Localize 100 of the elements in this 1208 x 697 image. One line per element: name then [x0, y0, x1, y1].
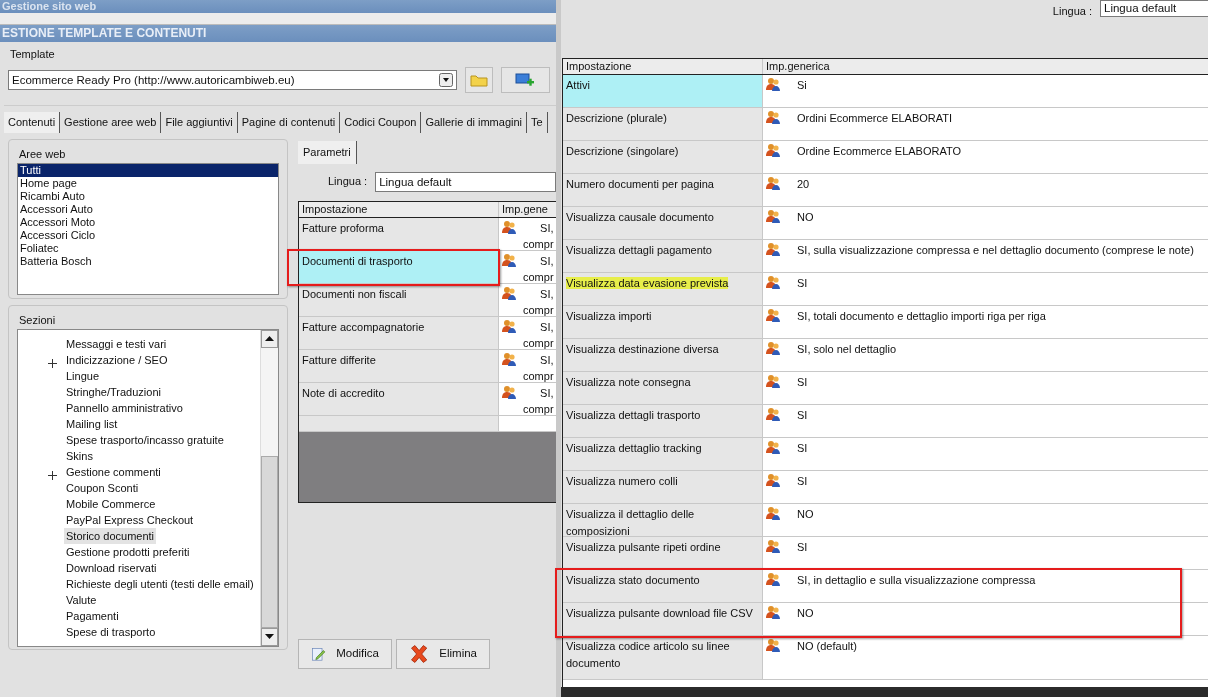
- table-cell-text: Ordini Ecommerce ELABORATI: [797, 111, 953, 126]
- group-label: Aree web: [18, 147, 67, 162]
- table-cell: Visualizza destinazione diversa: [566, 343, 719, 355]
- tree-item[interactable]: Richieste degli utenti (testi delle email): [64, 575, 256, 592]
- add-button[interactable]: [500, 66, 550, 93]
- tree-item[interactable]: Stringhe/Traduzioni: [64, 383, 163, 400]
- table-cell-text: SI, compr: [523, 286, 554, 314]
- table-cell: Visualizza importi: [566, 310, 652, 322]
- users-icon: [766, 77, 781, 91]
- column-header: Imp.gene: [501, 201, 549, 217]
- users-icon: [766, 209, 781, 223]
- tree-item[interactable]: Spese trasporto/incasso gratuite: [64, 431, 226, 448]
- tree-item[interactable]: Storico documenti: [64, 527, 157, 544]
- tree-item[interactable]: Spese di trasporto: [64, 623, 158, 640]
- users-icon: [766, 176, 781, 190]
- expand-icon[interactable]: [48, 359, 57, 369]
- table-cell-text: SI, sulla visualizzazione compressa e nel dettaglio documento (comprese le note): [797, 243, 1194, 258]
- table-cell: Descrizione (plurale): [566, 112, 667, 124]
- tab[interactable]: Parametri: [298, 141, 357, 164]
- list-item[interactable]: Batteria Bosch: [18, 254, 278, 268]
- table-cell: Numero documenti per pagina: [566, 178, 714, 190]
- language-field[interactable]: Lingua default: [1100, 0, 1208, 17]
- table-cell-text: Si: [797, 78, 807, 93]
- table-cell-text: NO: [797, 606, 814, 621]
- users-icon: [766, 341, 781, 355]
- list-item[interactable]: Tutti: [18, 163, 278, 177]
- language-field[interactable]: Lingua default: [375, 171, 556, 192]
- tree-item[interactable]: Valute: [64, 591, 99, 608]
- group-label: Sezioni: [18, 313, 57, 328]
- tree-item[interactable]: Lingue: [64, 367, 102, 384]
- tab[interactable]: File aggiuntivi: [161, 111, 238, 133]
- tree-item[interactable]: Mobile Commerce: [64, 495, 158, 512]
- table-cell-text: SI, compr: [523, 253, 554, 281]
- tree-item[interactable]: Indicizzazione / SEO: [64, 351, 170, 368]
- column-header: Imp.generica: [765, 59, 831, 74]
- template-dropdown[interactable]: Ecommerce Ready Pro (http://www.autoricambiweb.eu): [8, 69, 457, 90]
- tree-item[interactable]: PayPal Express Checkout: [64, 511, 196, 528]
- table-cell: Descrizione (singolare): [566, 145, 679, 157]
- table-cell-text: SI: [797, 276, 808, 291]
- users-icon: [766, 374, 781, 388]
- scroll-up-button[interactable]: [261, 329, 278, 348]
- list-item[interactable]: Accessori Moto: [18, 215, 278, 229]
- table-cell-text: SI, in dettaglio e sulla visualizzazione compressa: [797, 573, 1036, 588]
- tree-item[interactable]: Coupon Sconti: [64, 479, 141, 496]
- users-icon: [766, 506, 781, 520]
- tree-item[interactable]: Gestione prodotti preferiti: [64, 543, 192, 560]
- table-cell: Attivi: [566, 79, 590, 91]
- table-cell: Documenti di trasporto: [299, 250, 499, 283]
- users-icon: [766, 308, 781, 322]
- delete-button[interactable]: Elimina: [396, 638, 490, 669]
- list-item[interactable]: Accessori Auto: [18, 202, 278, 216]
- tree-item[interactable]: Mailing list: [64, 415, 120, 432]
- tab[interactable]: Te: [527, 111, 548, 133]
- table-cell-text: SI: [797, 441, 808, 456]
- arrow-up-icon: [265, 336, 274, 341]
- users-icon: [766, 572, 781, 586]
- add-screen-icon: [515, 71, 536, 88]
- tab[interactable]: Gallerie di immagini: [421, 111, 528, 133]
- table-cell-text: SI, compr: [523, 319, 554, 347]
- list-item[interactable]: Home page: [18, 176, 278, 190]
- arrow-down-icon: [265, 634, 274, 639]
- list-item[interactable]: Foliatec: [18, 241, 278, 255]
- tree-item[interactable]: Gestione commenti: [64, 463, 163, 480]
- tree-item[interactable]: Messaggi e testi vari: [64, 335, 169, 352]
- users-icon: [502, 252, 517, 267]
- tab[interactable]: Codici Coupon: [340, 111, 422, 133]
- table-cell: Visualizza stato documento: [566, 574, 700, 586]
- tree-item[interactable]: Download riservati: [64, 559, 159, 576]
- table-cell: Note di accredito: [299, 382, 499, 415]
- table-cell: Visualizza causale documento: [566, 211, 714, 223]
- tab[interactable]: Pagine di contenuti: [237, 111, 341, 133]
- table-cell-text: Ordine Ecommerce ELABORATO: [797, 144, 962, 159]
- users-icon: [766, 275, 781, 289]
- users-icon: [502, 351, 517, 366]
- tab[interactable]: Contenuti: [4, 111, 61, 133]
- users-icon: [766, 605, 781, 619]
- users-icon: [766, 539, 781, 553]
- expand-icon[interactable]: [48, 471, 57, 481]
- tab[interactable]: Gestione aree web: [60, 111, 162, 133]
- table-cell-text: NO: [797, 507, 814, 522]
- table-cell: Visualizza numero colli: [566, 475, 678, 487]
- tree-item[interactable]: Skins: [64, 447, 95, 464]
- scrollbar-thumb[interactable]: [261, 455, 278, 628]
- folder-icon: [469, 72, 488, 87]
- table-cell-text: SI: [797, 540, 808, 555]
- window-title: Gestione sito web: [0, 0, 556, 13]
- table-cell: Visualizza il dettaglio delle composizioni: [566, 508, 695, 537]
- users-icon: [766, 638, 781, 652]
- table-cell: Visualizza note consegna: [566, 376, 691, 388]
- users-icon: [502, 318, 517, 333]
- table-cell-text: NO: [797, 210, 814, 225]
- edit-button[interactable]: Modifica: [298, 638, 392, 669]
- list-item[interactable]: Ricambi Auto: [18, 189, 278, 203]
- table-cell: Visualizza pulsante ripeti ordine: [566, 541, 721, 553]
- table-cell-text: NO (default): [797, 639, 857, 654]
- users-icon: [766, 440, 781, 454]
- tree-item[interactable]: Pannello amministrativo: [64, 399, 185, 416]
- table-cell: Fatture accompagnatorie: [299, 316, 499, 349]
- tree-item[interactable]: Pagamenti: [64, 607, 121, 624]
- list-item[interactable]: Accessori Ciclo: [18, 228, 278, 242]
